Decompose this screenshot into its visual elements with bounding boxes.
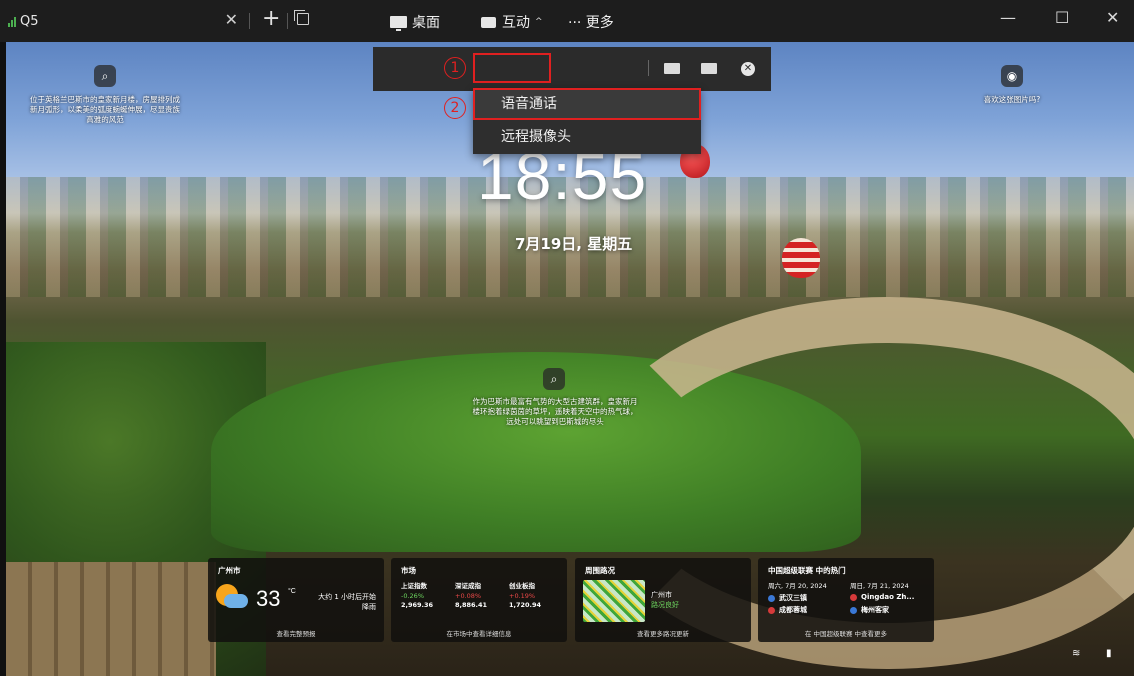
spot-right-text: 喜欢这张图片吗?: [983, 95, 1041, 104]
sports-title: 中国超级联赛 中的热门: [768, 566, 846, 575]
match1-date: 周六, 7月 20, 2024: [768, 582, 827, 590]
team-qingdao: Qingdao Zh...: [850, 593, 914, 601]
index-value: 2,969.36: [401, 601, 434, 609]
buildings-left: [6, 562, 216, 676]
market-footer[interactable]: 在市场中查看详细信息: [391, 628, 567, 638]
clock-date: 7月19日, 星期五: [515, 235, 633, 253]
market-card[interactable]: 市场 上证指数 -0.26% 2,969.36 深证成指 +0.08% 8,88…: [391, 558, 567, 642]
weather-desc: 大约 1 小时后开始 降雨: [308, 592, 376, 612]
weather-footer[interactable]: 查看完整预报: [208, 628, 384, 638]
market-index: 创业板指 +0.19% 1,720.94: [509, 582, 555, 611]
more-label: ··· 更多: [568, 15, 614, 31]
tab-close-icon[interactable]: ✕: [225, 10, 238, 29]
team-wuhan: 武汉三镇: [768, 593, 807, 603]
weather-unit: °C: [288, 588, 296, 595]
weather-desc-line1: 大约 1 小时后开始: [318, 593, 376, 601]
browser-tab[interactable]: Q5 ✕: [8, 6, 244, 36]
camera-icon: [481, 16, 496, 28]
separator: [648, 60, 649, 76]
index-change: +0.19%: [509, 591, 536, 600]
interact-label: 互动: [502, 15, 530, 31]
wifi-icon: ≋: [1072, 648, 1081, 659]
tab-view-icon[interactable]: [294, 10, 309, 25]
traffic-map-image: [583, 580, 645, 622]
traffic-status: 路况良好: [651, 601, 679, 609]
traffic-card[interactable]: 周围路况 广州市 路况良好 查看更多路况更新: [575, 558, 751, 642]
close-toolbar-icon[interactable]: ✕: [741, 62, 755, 76]
cloud-icon: [224, 594, 248, 608]
sports-footer[interactable]: 在 中国超级联赛 中查看更多: [758, 628, 934, 638]
step-marker-1: 1: [444, 57, 466, 79]
minimize-button[interactable]: —: [1000, 10, 1016, 26]
team-chengdu: 成都蓉城: [768, 605, 807, 615]
spot-left-text: 位于英格兰巴斯市的皇家新月楼，房屋排列成新月弧形，以柔美的弧度蜿蜒伸展，尽显贵族…: [30, 95, 180, 124]
separator: [287, 13, 288, 29]
maximize-button[interactable]: ☐: [1055, 10, 1069, 26]
monitor-icon: [390, 16, 407, 31]
weather-city: 广州市: [218, 566, 241, 575]
menu-item-remote-camera[interactable]: 远程摄像头: [473, 121, 701, 153]
spot-center-text: 作为巴斯市最富有气势的大型古建筑群，皇家新月楼环抱着绿茵茵的草坪，遥映着天空中的…: [472, 397, 638, 426]
desktop-label: 桌面: [412, 15, 440, 31]
team-meizhou: 梅州客家: [850, 605, 889, 615]
more-button[interactable]: ··· 更多: [568, 10, 614, 34]
index-name: 创业板指: [509, 582, 535, 590]
weather-card[interactable]: 广州市 33 °C 大约 1 小时后开始 降雨 查看完整预报: [208, 558, 384, 642]
weather-desc-line2: 降雨: [362, 603, 376, 611]
index-value: 1,720.94: [509, 601, 542, 609]
hot-air-balloon-icon: [782, 238, 820, 278]
traffic-city: 广州市: [651, 591, 672, 599]
signal-icon: [8, 15, 16, 27]
team2-label: 成都蓉城: [779, 606, 807, 614]
new-tab-button[interactable]: +: [262, 8, 280, 30]
index-name: 深证成指: [455, 582, 481, 590]
tab-title: Q5: [20, 13, 39, 29]
traffic-footer[interactable]: 查看更多路况更新: [575, 628, 751, 638]
market-index: 深证成指 +0.08% 8,886.41: [455, 582, 501, 611]
market-index: 上证指数 -0.26% 2,969.36: [401, 582, 447, 611]
index-name: 上证指数: [401, 582, 427, 590]
highlight-box-step1: [473, 53, 551, 83]
step-marker-2: 2: [444, 97, 466, 119]
screenshot-icon[interactable]: [664, 63, 680, 74]
menu-item-voice-call[interactable]: 语音通话: [473, 88, 701, 120]
match2-date: 周日, 7月 21, 2024: [850, 582, 909, 590]
interact-dropdown: 语音通话 远程摄像头: [473, 88, 701, 154]
weather-temp: 33: [256, 586, 281, 611]
index-change: -0.26%: [401, 591, 424, 600]
chevron-up-icon: ^: [535, 17, 543, 27]
sports-card[interactable]: 中国超级联赛 中的热门 周六, 7月 20, 2024 周日, 7月 21, 2…: [758, 558, 934, 642]
search-icon[interactable]: ⌕: [543, 368, 565, 390]
team4-label: 梅州客家: [861, 606, 889, 614]
close-window-button[interactable]: ✕: [1106, 10, 1119, 26]
interact-button[interactable]: 互动 ^: [481, 10, 543, 34]
separator: [249, 13, 250, 29]
team1-label: 武汉三镇: [779, 594, 807, 602]
battery-icon: ▮: [1106, 648, 1112, 659]
market-title: 市场: [401, 566, 416, 575]
traffic-title: 周围路况: [585, 566, 615, 575]
search-icon[interactable]: ⌕: [94, 65, 116, 87]
index-change: +0.08%: [455, 591, 482, 600]
desktop-button[interactable]: 桌面: [390, 10, 440, 34]
title-bar: Q5 ✕ + — ☐ ✕: [0, 0, 1134, 42]
index-value: 8,886.41: [455, 601, 488, 609]
team3-label: Qingdao Zh...: [861, 593, 915, 601]
camera-icon[interactable]: ◉: [1001, 65, 1023, 87]
record-icon[interactable]: [701, 63, 717, 74]
